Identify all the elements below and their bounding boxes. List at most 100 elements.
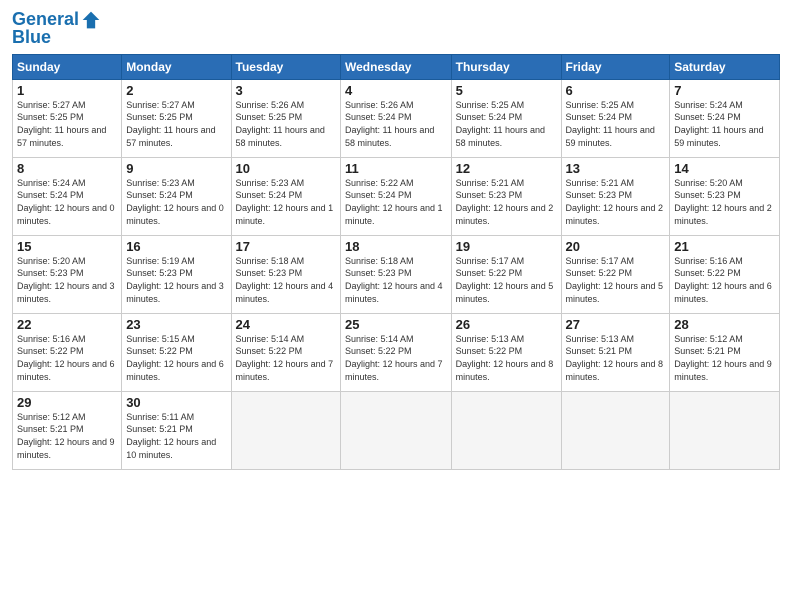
day-info: Sunrise: 5:24 AMSunset: 5:24 PMDaylight:… <box>674 99 775 149</box>
day-header-tuesday: Tuesday <box>231 54 340 79</box>
day-number: 17 <box>236 239 336 254</box>
day-info: Sunrise: 5:13 AMSunset: 5:22 PMDaylight:… <box>456 333 557 383</box>
day-info: Sunrise: 5:25 AMSunset: 5:24 PMDaylight:… <box>456 99 557 149</box>
calendar-cell: 14Sunrise: 5:20 AMSunset: 5:23 PMDayligh… <box>670 157 780 235</box>
day-header-friday: Friday <box>561 54 670 79</box>
day-info: Sunrise: 5:24 AMSunset: 5:24 PMDaylight:… <box>17 177 117 227</box>
day-number: 12 <box>456 161 557 176</box>
calendar-cell: 23Sunrise: 5:15 AMSunset: 5:22 PMDayligh… <box>122 313 231 391</box>
calendar-cell <box>670 391 780 469</box>
calendar-week-4: 22Sunrise: 5:16 AMSunset: 5:22 PMDayligh… <box>13 313 780 391</box>
day-info: Sunrise: 5:27 AMSunset: 5:25 PMDaylight:… <box>17 99 117 149</box>
calendar-cell: 9Sunrise: 5:23 AMSunset: 5:24 PMDaylight… <box>122 157 231 235</box>
calendar-cell: 21Sunrise: 5:16 AMSunset: 5:22 PMDayligh… <box>670 235 780 313</box>
day-info: Sunrise: 5:16 AMSunset: 5:22 PMDaylight:… <box>674 255 775 305</box>
day-info: Sunrise: 5:25 AMSunset: 5:24 PMDaylight:… <box>566 99 666 149</box>
page-header: General Blue <box>12 10 780 48</box>
day-header-monday: Monday <box>122 54 231 79</box>
day-info: Sunrise: 5:17 AMSunset: 5:22 PMDaylight:… <box>456 255 557 305</box>
day-info: Sunrise: 5:27 AMSunset: 5:25 PMDaylight:… <box>126 99 226 149</box>
day-number: 21 <box>674 239 775 254</box>
day-info: Sunrise: 5:14 AMSunset: 5:22 PMDaylight:… <box>345 333 447 383</box>
day-info: Sunrise: 5:21 AMSunset: 5:23 PMDaylight:… <box>456 177 557 227</box>
day-number: 18 <box>345 239 447 254</box>
day-number: 8 <box>17 161 117 176</box>
day-info: Sunrise: 5:12 AMSunset: 5:21 PMDaylight:… <box>674 333 775 383</box>
calendar-cell: 11Sunrise: 5:22 AMSunset: 5:24 PMDayligh… <box>341 157 452 235</box>
calendar-cell: 8Sunrise: 5:24 AMSunset: 5:24 PMDaylight… <box>13 157 122 235</box>
day-number: 20 <box>566 239 666 254</box>
calendar-header: SundayMondayTuesdayWednesdayThursdayFrid… <box>13 54 780 79</box>
day-info: Sunrise: 5:14 AMSunset: 5:22 PMDaylight:… <box>236 333 336 383</box>
day-info: Sunrise: 5:20 AMSunset: 5:23 PMDaylight:… <box>17 255 117 305</box>
day-info: Sunrise: 5:12 AMSunset: 5:21 PMDaylight:… <box>17 411 117 461</box>
day-number: 9 <box>126 161 226 176</box>
day-info: Sunrise: 5:18 AMSunset: 5:23 PMDaylight:… <box>236 255 336 305</box>
day-header-saturday: Saturday <box>670 54 780 79</box>
day-number: 1 <box>17 83 117 98</box>
calendar-cell: 19Sunrise: 5:17 AMSunset: 5:22 PMDayligh… <box>451 235 561 313</box>
day-number: 25 <box>345 317 447 332</box>
logo: General Blue <box>12 10 101 48</box>
day-header-sunday: Sunday <box>13 54 122 79</box>
calendar-cell: 12Sunrise: 5:21 AMSunset: 5:23 PMDayligh… <box>451 157 561 235</box>
calendar-cell: 24Sunrise: 5:14 AMSunset: 5:22 PMDayligh… <box>231 313 340 391</box>
day-number: 22 <box>17 317 117 332</box>
calendar-cell: 20Sunrise: 5:17 AMSunset: 5:22 PMDayligh… <box>561 235 670 313</box>
day-info: Sunrise: 5:26 AMSunset: 5:24 PMDaylight:… <box>345 99 447 149</box>
day-number: 30 <box>126 395 226 410</box>
day-number: 6 <box>566 83 666 98</box>
day-info: Sunrise: 5:19 AMSunset: 5:23 PMDaylight:… <box>126 255 226 305</box>
day-info: Sunrise: 5:15 AMSunset: 5:22 PMDaylight:… <box>126 333 226 383</box>
day-info: Sunrise: 5:16 AMSunset: 5:22 PMDaylight:… <box>17 333 117 383</box>
day-number: 2 <box>126 83 226 98</box>
calendar-cell: 5Sunrise: 5:25 AMSunset: 5:24 PMDaylight… <box>451 79 561 157</box>
logo-blue-text: Blue <box>12 28 51 48</box>
calendar-cell: 13Sunrise: 5:21 AMSunset: 5:23 PMDayligh… <box>561 157 670 235</box>
day-info: Sunrise: 5:17 AMSunset: 5:22 PMDaylight:… <box>566 255 666 305</box>
days-header-row: SundayMondayTuesdayWednesdayThursdayFrid… <box>13 54 780 79</box>
day-header-wednesday: Wednesday <box>341 54 452 79</box>
day-number: 27 <box>566 317 666 332</box>
day-number: 3 <box>236 83 336 98</box>
calendar-cell: 6Sunrise: 5:25 AMSunset: 5:24 PMDaylight… <box>561 79 670 157</box>
calendar-cell: 29Sunrise: 5:12 AMSunset: 5:21 PMDayligh… <box>13 391 122 469</box>
day-info: Sunrise: 5:11 AMSunset: 5:21 PMDaylight:… <box>126 411 226 461</box>
day-number: 28 <box>674 317 775 332</box>
calendar-cell: 1Sunrise: 5:27 AMSunset: 5:25 PMDaylight… <box>13 79 122 157</box>
day-info: Sunrise: 5:13 AMSunset: 5:21 PMDaylight:… <box>566 333 666 383</box>
day-info: Sunrise: 5:23 AMSunset: 5:24 PMDaylight:… <box>126 177 226 227</box>
calendar-cell: 25Sunrise: 5:14 AMSunset: 5:22 PMDayligh… <box>341 313 452 391</box>
calendar-week-2: 8Sunrise: 5:24 AMSunset: 5:24 PMDaylight… <box>13 157 780 235</box>
calendar-cell <box>341 391 452 469</box>
calendar-cell: 17Sunrise: 5:18 AMSunset: 5:23 PMDayligh… <box>231 235 340 313</box>
calendar-cell <box>561 391 670 469</box>
day-info: Sunrise: 5:22 AMSunset: 5:24 PMDaylight:… <box>345 177 447 227</box>
day-number: 13 <box>566 161 666 176</box>
logo-icon <box>81 10 101 30</box>
page-container: General Blue SundayMondayTuesdayWednesda… <box>0 0 792 480</box>
calendar-week-1: 1Sunrise: 5:27 AMSunset: 5:25 PMDaylight… <box>13 79 780 157</box>
calendar-cell: 3Sunrise: 5:26 AMSunset: 5:25 PMDaylight… <box>231 79 340 157</box>
calendar-cell: 7Sunrise: 5:24 AMSunset: 5:24 PMDaylight… <box>670 79 780 157</box>
calendar-cell: 22Sunrise: 5:16 AMSunset: 5:22 PMDayligh… <box>13 313 122 391</box>
calendar-cell: 27Sunrise: 5:13 AMSunset: 5:21 PMDayligh… <box>561 313 670 391</box>
day-number: 11 <box>345 161 447 176</box>
day-info: Sunrise: 5:20 AMSunset: 5:23 PMDaylight:… <box>674 177 775 227</box>
day-info: Sunrise: 5:21 AMSunset: 5:23 PMDaylight:… <box>566 177 666 227</box>
calendar-cell: 26Sunrise: 5:13 AMSunset: 5:22 PMDayligh… <box>451 313 561 391</box>
day-info: Sunrise: 5:23 AMSunset: 5:24 PMDaylight:… <box>236 177 336 227</box>
calendar-cell: 2Sunrise: 5:27 AMSunset: 5:25 PMDaylight… <box>122 79 231 157</box>
calendar-cell <box>231 391 340 469</box>
calendar-cell: 28Sunrise: 5:12 AMSunset: 5:21 PMDayligh… <box>670 313 780 391</box>
day-number: 23 <box>126 317 226 332</box>
day-number: 10 <box>236 161 336 176</box>
calendar-cell: 4Sunrise: 5:26 AMSunset: 5:24 PMDaylight… <box>341 79 452 157</box>
day-info: Sunrise: 5:18 AMSunset: 5:23 PMDaylight:… <box>345 255 447 305</box>
day-info: Sunrise: 5:26 AMSunset: 5:25 PMDaylight:… <box>236 99 336 149</box>
calendar-week-5: 29Sunrise: 5:12 AMSunset: 5:21 PMDayligh… <box>13 391 780 469</box>
day-number: 7 <box>674 83 775 98</box>
day-number: 24 <box>236 317 336 332</box>
day-number: 26 <box>456 317 557 332</box>
calendar-week-3: 15Sunrise: 5:20 AMSunset: 5:23 PMDayligh… <box>13 235 780 313</box>
